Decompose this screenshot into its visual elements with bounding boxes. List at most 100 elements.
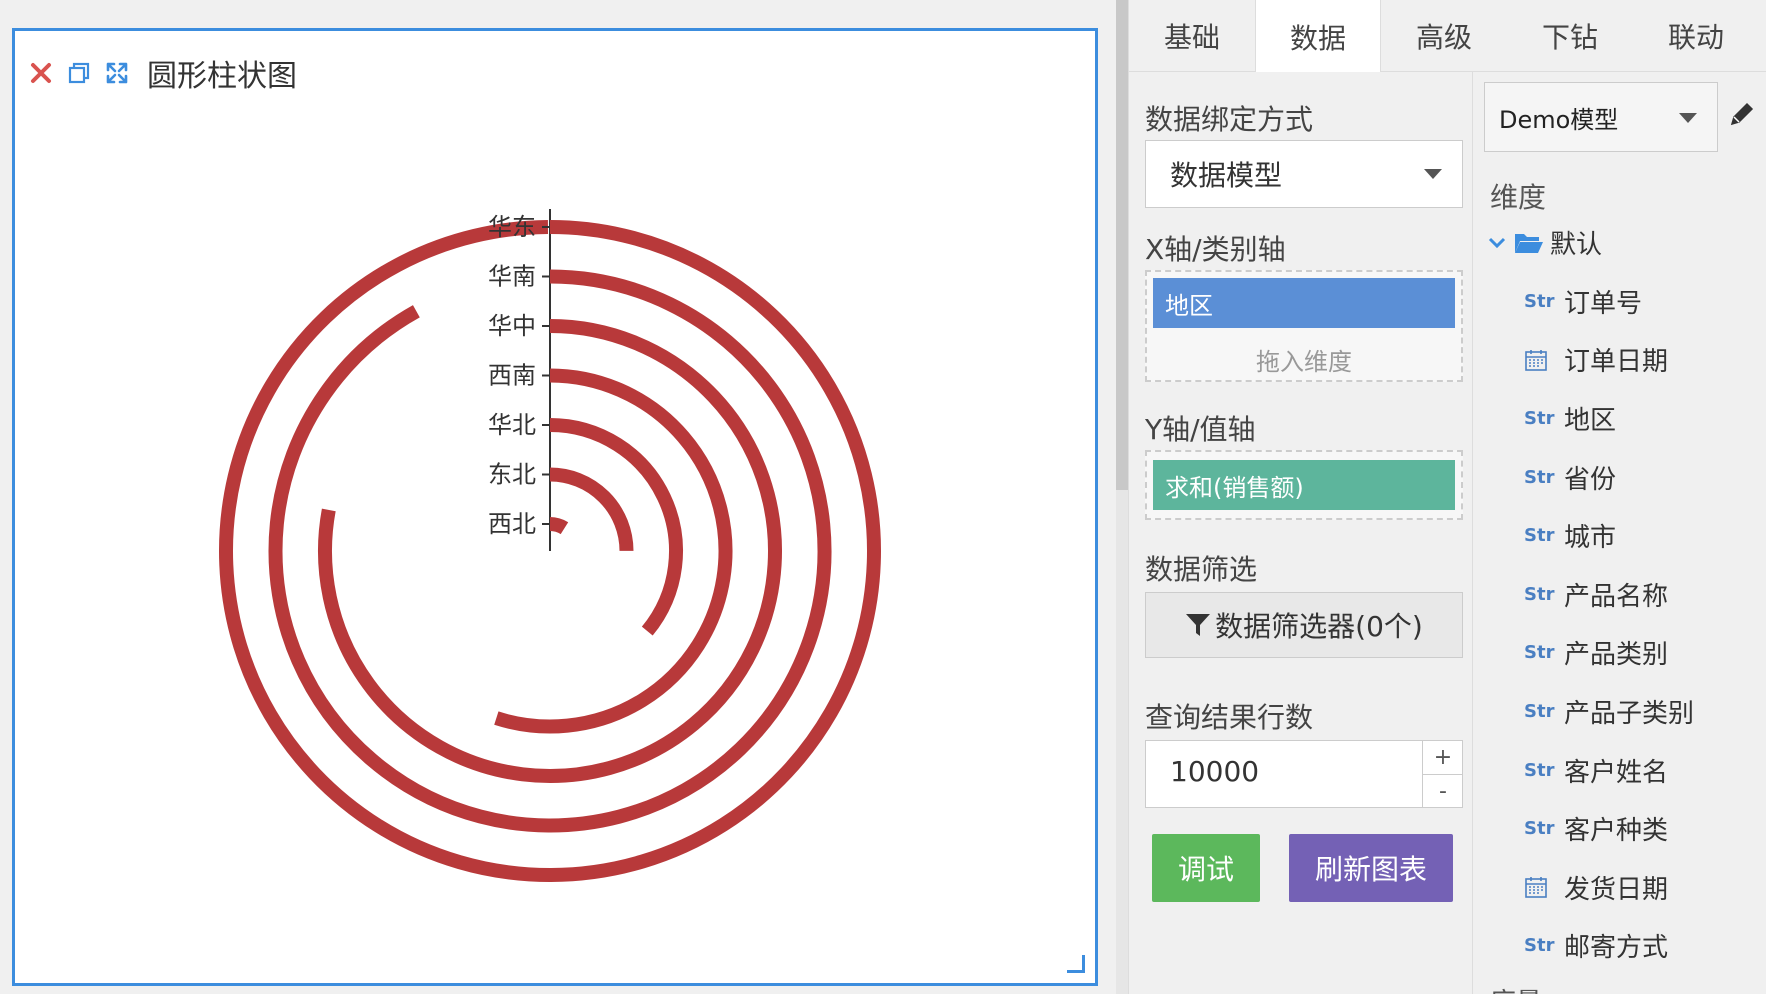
dimension-title: 维度 <box>1490 181 1547 214</box>
field-item[interactable]: Str 订单号 <box>1524 272 1764 331</box>
field-item[interactable]: Str 邮寄方式 <box>1524 917 1764 976</box>
close-icon[interactable] <box>27 59 55 87</box>
tab-data[interactable]: 数据 <box>1255 0 1381 73</box>
fullscreen-icon[interactable] <box>103 59 131 87</box>
stepper-decrement-button[interactable]: - <box>1423 774 1463 807</box>
field-label: 发货日期 <box>1564 874 1669 905</box>
pencil-icon[interactable] <box>1726 98 1758 130</box>
tab-basic[interactable]: 基础 <box>1129 0 1255 72</box>
model-select-value: Demo模型 <box>1499 105 1619 134</box>
app-root: 华东 华南 华中 西南 华北 东北 西北 圆形柱状图 基础 数据 高级 下钻 联… <box>0 0 1766 994</box>
tick-label: 西南 <box>488 362 536 390</box>
rows-number-input[interactable]: 10000 + - <box>1145 740 1463 808</box>
debug-button[interactable]: 调试 <box>1152 834 1260 902</box>
str-type-icon: Str <box>1524 466 1555 488</box>
field-label: 客户姓名 <box>1564 757 1669 788</box>
model-select[interactable]: Demo模型 <box>1484 82 1718 152</box>
field-label: 客户种类 <box>1564 816 1669 847</box>
refresh-chart-button[interactable]: 刷新图表 <box>1289 834 1453 902</box>
field-label: 地区 <box>1564 405 1617 436</box>
tree-folder-default[interactable]: 默认 <box>1488 224 1602 261</box>
x-axis-drop-hint: 拖入维度 <box>1256 348 1352 376</box>
tab-linkage[interactable]: 联动 <box>1633 0 1759 72</box>
binding-label: 数据绑定方式 <box>1145 103 1314 136</box>
folder-open-icon <box>1515 233 1543 253</box>
filter-label: 数据筛选 <box>1145 553 1258 586</box>
tick-label: 东北 <box>488 461 536 489</box>
field-item[interactable]: Str 产品名称 <box>1524 565 1764 624</box>
tree-folder-label: 默认 <box>1550 230 1603 260</box>
model-field-column: Demo模型 维度 默认 Str 订单号 订单日期 Str 地区 Str 省份 Str… <box>1474 72 1766 994</box>
chevron-down-icon[interactable] <box>1488 236 1506 250</box>
polar-bar-chart: 华东华南华中西南华北东北西北 <box>218 209 881 882</box>
rows-label: 查询结果行数 <box>1145 701 1314 734</box>
canvas-area: 华东华南华中西南华北东北西北 圆形柱状图 <box>0 0 1116 994</box>
field-label: 订单日期 <box>1564 347 1669 378</box>
chart-panel[interactable]: 华东华南华中西南华北东北西北 圆形柱状图 <box>12 28 1098 986</box>
str-type-icon: Str <box>1524 818 1555 840</box>
str-type-icon: Str <box>1524 407 1555 429</box>
field-item[interactable]: Str 客户姓名 <box>1524 741 1764 800</box>
tick-label: 华东 <box>488 213 536 241</box>
str-type-icon: Str <box>1524 290 1555 312</box>
field-item[interactable]: Str 产品子类别 <box>1524 682 1764 741</box>
measure-title: 度量 <box>1490 982 1542 994</box>
field-item[interactable]: Str 地区 <box>1524 389 1764 448</box>
field-item[interactable]: Str 省份 <box>1524 448 1764 507</box>
data-filter-button-label: 数据筛选器(0个) <box>1215 610 1423 643</box>
field-label: 产品子类别 <box>1564 698 1695 729</box>
binding-select-value: 数据模型 <box>1170 159 1283 192</box>
chevron-down-icon <box>1679 113 1697 123</box>
field-label: 城市 <box>1564 523 1617 554</box>
chart-title: 圆形柱状图 <box>147 59 297 94</box>
field-item[interactable]: 发货日期 <box>1524 858 1764 917</box>
field-label: 产品名称 <box>1564 581 1669 612</box>
calendar-icon <box>1524 875 1558 899</box>
tick-label: 华中 <box>488 312 536 340</box>
x-axis-field-pill[interactable]: 地区 <box>1153 278 1455 328</box>
settings-tabs: 基础 数据 高级 下钻 联动 <box>1129 0 1766 73</box>
field-item[interactable]: Str 城市 <box>1524 506 1764 565</box>
calendar-icon <box>1524 348 1558 372</box>
str-type-icon: Str <box>1524 525 1555 547</box>
x-axis-drop-zone[interactable]: 地区 拖入维度 <box>1145 270 1463 382</box>
dimension-field-list: Str 订单号 订单日期 Str 地区 Str 省份 Str 城市 Str 产品名称 St… <box>1524 272 1764 975</box>
field-label: 产品类别 <box>1564 640 1669 671</box>
filter-icon <box>1186 614 1211 636</box>
tab-drilldown[interactable]: 下钻 <box>1507 0 1633 72</box>
tab-advanced[interactable]: 高级 <box>1381 0 1507 72</box>
str-type-icon: Str <box>1524 642 1555 664</box>
stepper-increment-button[interactable]: + <box>1423 741 1463 774</box>
y-axis-label: Y轴/值轴 <box>1145 413 1256 446</box>
bar-东北[interactable] <box>549 467 634 552</box>
y-axis-drop-zone[interactable]: 求和(销售额) <box>1145 450 1463 520</box>
tick-label: 华北 <box>488 411 536 439</box>
data-config-column: 数据绑定方式 数据模型 X轴/类别轴 地区 拖入维度 Y轴/值轴 求和(销售额)… <box>1129 72 1473 994</box>
field-item[interactable]: Str 产品类别 <box>1524 624 1764 683</box>
rows-stepper: + - <box>1422 741 1463 807</box>
tick-label: 华南 <box>488 263 536 291</box>
tick-label: 西北 <box>488 510 536 538</box>
bar-华北[interactable] <box>549 418 683 636</box>
y-axis-field-pill[interactable]: 求和(销售额) <box>1153 460 1455 510</box>
rows-number-value: 10000 <box>1170 755 1260 788</box>
data-filter-button[interactable]: 数据筛选器(0个) <box>1145 592 1463 658</box>
field-item[interactable]: 订单日期 <box>1524 331 1764 390</box>
field-item[interactable]: Str 客户种类 <box>1524 799 1764 858</box>
str-type-icon: Str <box>1524 935 1555 957</box>
settings-panel: 基础 数据 高级 下钻 联动 数据绑定方式 数据模型 X轴/类别轴 地区 拖入维… <box>1128 0 1766 994</box>
bar-西北[interactable] <box>549 517 569 535</box>
chevron-down-icon <box>1424 169 1442 179</box>
vertical-scrollbar-thumb[interactable] <box>1116 0 1128 490</box>
x-axis-label: X轴/类别轴 <box>1145 233 1286 266</box>
str-type-icon: Str <box>1524 583 1555 605</box>
binding-select[interactable]: 数据模型 <box>1145 140 1463 208</box>
resize-handle[interactable] <box>1067 955 1085 973</box>
field-label: 省份 <box>1564 464 1617 495</box>
field-label: 订单号 <box>1564 288 1643 319</box>
str-type-icon: Str <box>1524 759 1555 781</box>
copy-icon[interactable] <box>65 59 93 87</box>
panel-toolbar: 圆形柱状图 <box>27 53 297 94</box>
field-label: 邮寄方式 <box>1564 933 1669 964</box>
str-type-icon: Str <box>1524 700 1555 722</box>
